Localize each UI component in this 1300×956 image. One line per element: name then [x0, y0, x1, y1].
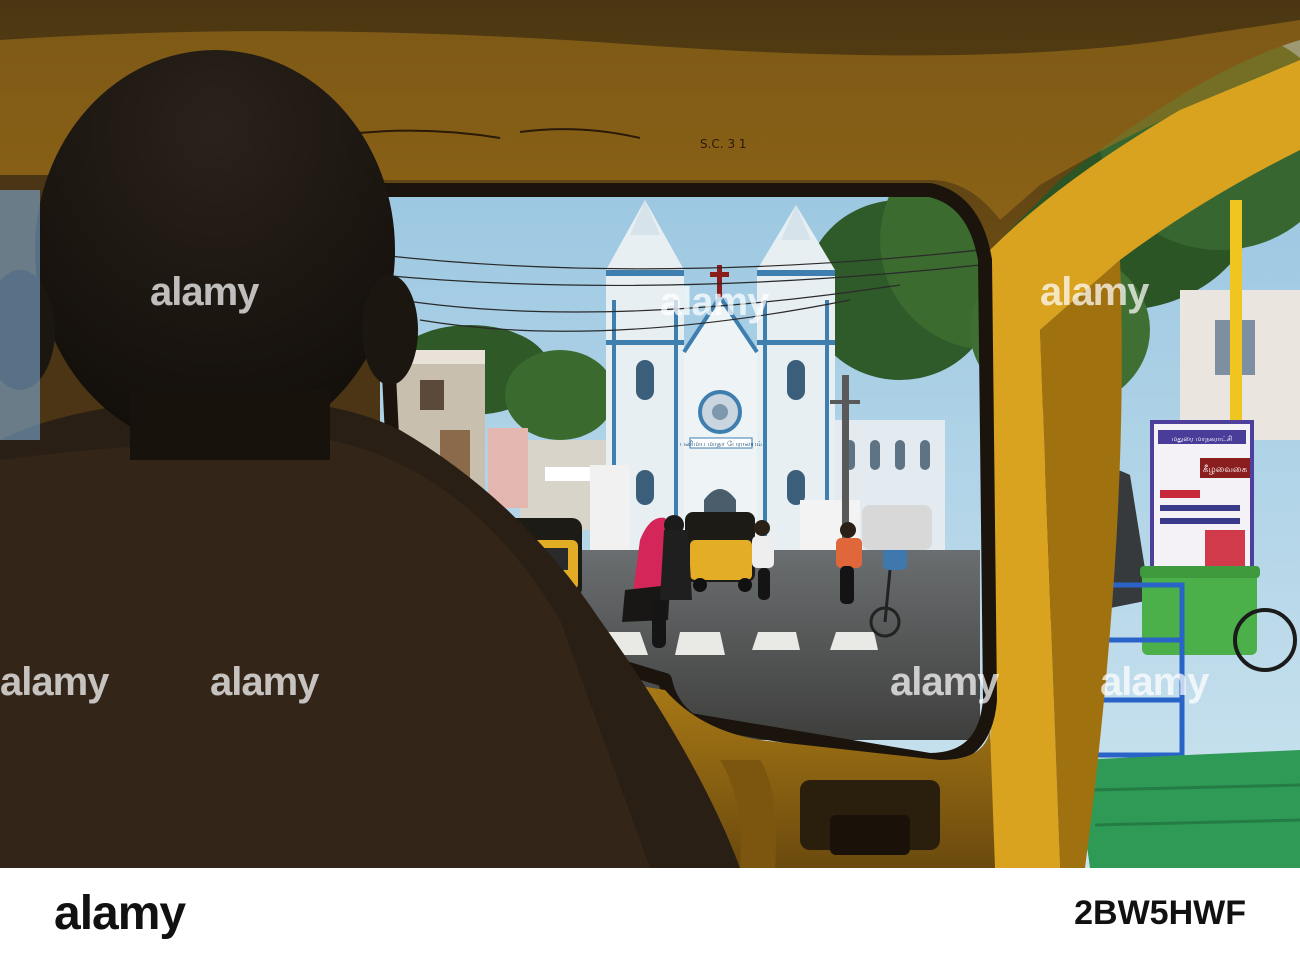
white-car	[862, 505, 932, 550]
board-header: மதுரை மாநகராட்சி	[1172, 435, 1233, 443]
cab-writing: S.C. 3 1	[700, 137, 747, 151]
left-street-strip	[0, 190, 40, 440]
street-photo: பனிமய மாதா பேராலயம் மதுரை மாநகராட்சி கீழ…	[0, 0, 1300, 868]
footer-logo[interactable]: alamy	[54, 886, 186, 941]
cathedral-banner: பனிமய மாதா பேராலயம்	[680, 440, 762, 448]
footer-bar: alamy 2BW5HWF	[0, 868, 1300, 956]
photo-stage: பனிமய மாதா பேராலயம் மதுரை மாநகராட்சி கீழ…	[0, 0, 1300, 956]
board-title: கீழவைகை	[1203, 465, 1248, 475]
auto-rickshaw-center	[685, 512, 755, 592]
image-id: 2BW5HWF	[1074, 894, 1246, 932]
